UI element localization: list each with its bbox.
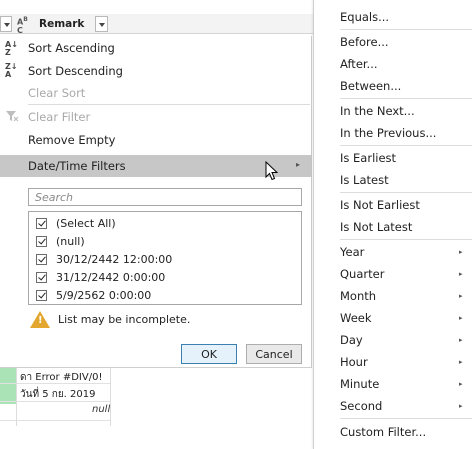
list-item-label: (Select All) <box>56 216 116 230</box>
table-cell-null[interactable]: null <box>92 404 110 415</box>
text-type-icon: AB C <box>17 16 28 35</box>
menu-item-is-not-latest[interactable]: Is Not Latest <box>340 220 412 234</box>
chevron-right-icon: ▸ <box>296 160 301 169</box>
menu-separator <box>340 239 472 240</box>
list-item-label: (null) <box>56 234 85 248</box>
menu-item-month[interactable]: Month <box>340 289 376 303</box>
menu-item-second[interactable]: Second <box>340 399 382 413</box>
list-item[interactable]: 5/9/2562 0:00:00 <box>36 287 151 303</box>
list-item[interactable]: (null) <box>36 233 85 249</box>
datetime-filters-label: Date/Time Filters <box>28 159 126 173</box>
sort-descending-item[interactable]: Sort Descending <box>28 64 123 78</box>
mouse-cursor-icon <box>265 161 278 181</box>
menu-separator <box>340 145 472 146</box>
chevron-down-icon <box>4 23 10 27</box>
menu-item-day[interactable]: Day <box>340 333 363 347</box>
menu-item-is-earliest[interactable]: Is Earliest <box>340 151 396 165</box>
checkbox-checked[interactable] <box>36 289 47 301</box>
menu-item-week[interactable]: Week <box>340 311 372 325</box>
chevron-right-icon: ▸ <box>459 380 463 388</box>
menu-item-year[interactable]: Year <box>340 245 364 259</box>
menu-item-equals[interactable]: Equals... <box>340 10 389 24</box>
menu-item-is-not-earliest[interactable]: Is Not Earliest <box>340 198 420 212</box>
column-filter-button-left[interactable] <box>0 16 12 32</box>
list-item-label: 30/12/2442 12:00:00 <box>56 252 173 266</box>
column-divider <box>16 368 17 426</box>
list-item-label: 5/9/2562 0:00:00 <box>56 288 152 302</box>
menu-separator <box>340 98 472 99</box>
menu-item-before[interactable]: Before... <box>340 35 389 49</box>
column-divider <box>110 368 111 426</box>
warning-text: List may be incomplete. <box>58 313 191 326</box>
sort-ascending-icon: A↓ Z <box>5 40 18 57</box>
chevron-right-icon: ▸ <box>459 292 463 300</box>
menu-item-between[interactable]: Between... <box>340 79 401 93</box>
list-item[interactable]: 31/12/2442 0:00:00 <box>36 269 165 285</box>
menu-item-hour[interactable]: Hour <box>340 355 368 369</box>
ok-button[interactable]: OK <box>181 344 237 364</box>
table-cell[interactable]: วันที่ 5 กย. 2019 <box>20 387 95 402</box>
menu-item-minute[interactable]: Minute <box>340 377 379 391</box>
remove-empty-item[interactable]: Remove Empty <box>28 133 115 147</box>
checkbox-checked[interactable] <box>36 271 47 283</box>
checkbox-checked[interactable] <box>36 253 47 265</box>
search-input-box <box>28 188 302 206</box>
chevron-right-icon: ▸ <box>459 402 463 410</box>
chevron-down-icon <box>99 23 105 27</box>
chevron-right-icon: ▸ <box>459 270 463 278</box>
search-input[interactable] <box>29 189 301 205</box>
list-item[interactable]: (Select All) <box>36 215 116 231</box>
clear-sort-item[interactable]: Clear Sort <box>28 86 85 100</box>
sort-descending-icon: Z↓ A <box>5 62 18 79</box>
column-filter-menu: A↓ Z Sort Ascending Z↓ A Sort Descending C… <box>0 36 312 368</box>
menu-separator <box>28 104 310 105</box>
menu-separator <box>340 29 472 30</box>
menu-item-is-latest[interactable]: Is Latest <box>340 173 389 187</box>
datetime-filters-submenu: Equals... Before... After... Between... … <box>313 0 474 449</box>
menu-item-in-the-next[interactable]: In the Next... <box>340 104 415 118</box>
cancel-button[interactable]: Cancel <box>246 344 302 364</box>
sort-ascending-item[interactable]: Sort Ascending <box>28 41 115 55</box>
remark-filter-button[interactable] <box>95 16 108 32</box>
chevron-right-icon: ▸ <box>459 358 463 366</box>
chevron-right-icon: ▸ <box>459 314 463 322</box>
list-item-label: 31/12/2442 0:00:00 <box>56 270 166 284</box>
value-checklist: (Select All) (null) 30/12/2442 12:00:00 … <box>28 211 302 305</box>
checkbox-checked[interactable] <box>36 235 47 247</box>
menu-item-quarter[interactable]: Quarter <box>340 267 384 281</box>
menu-item-after[interactable]: After... <box>340 57 378 71</box>
clear-filter-item[interactable]: Clear Filter <box>28 110 90 124</box>
column-header-remark[interactable]: Remark <box>39 18 84 30</box>
checkbox-checked[interactable] <box>36 217 47 229</box>
menu-item-in-the-previous[interactable]: In the Previous... <box>340 126 436 140</box>
clear-filter-icon <box>6 111 19 122</box>
list-item[interactable]: 30/12/2442 12:00:00 <box>36 251 172 267</box>
incomplete-list-warning: ! List may be incomplete. <box>30 311 190 328</box>
warning-icon: ! <box>30 311 50 328</box>
chevron-right-icon: ▸ <box>459 336 463 344</box>
menu-item-custom-filter[interactable]: Custom Filter... <box>340 425 426 439</box>
chevron-right-icon: ▸ <box>459 248 463 256</box>
menu-separator <box>340 418 472 419</box>
menu-separator <box>340 192 472 193</box>
